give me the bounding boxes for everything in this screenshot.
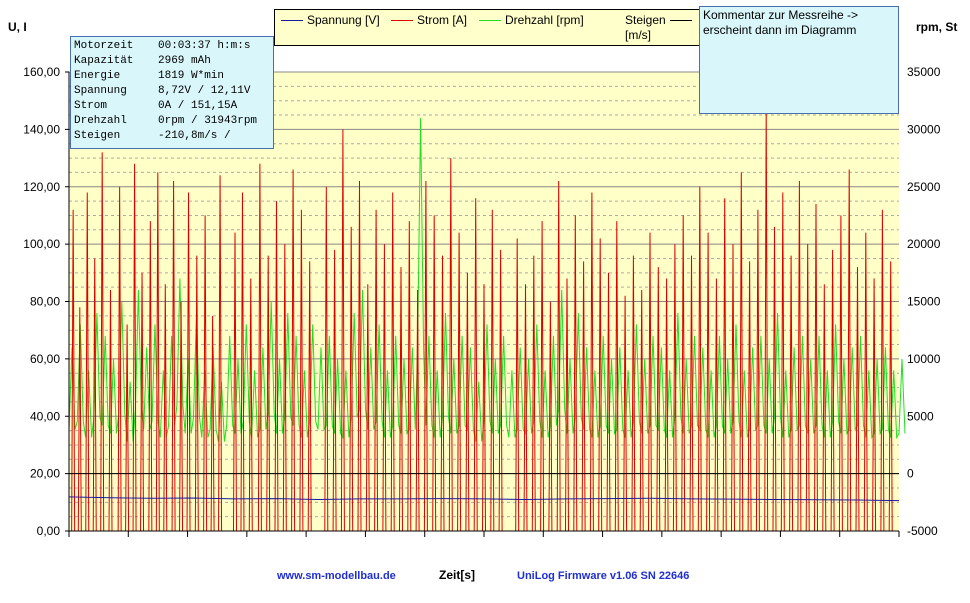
y-ticks-right: -5000 0 5000 10000 15000 20000 25000 30000 35000 <box>907 65 941 538</box>
y-tick-left-label: 80,00 <box>30 295 60 309</box>
y-tick-right-label: 10000 <box>907 352 941 366</box>
y-tick-left-label: 0,00 <box>37 524 61 538</box>
legend-swatch <box>479 20 501 21</box>
stats-value: 0rpm / 31943rpm <box>158 115 258 127</box>
stats-value: 0A / 151,15A <box>158 100 238 112</box>
stats-row: Spannung 8,72V / 12,11V <box>74 84 270 99</box>
stats-row: Steigen -210,8m/s / <box>74 129 270 144</box>
legend-label: Steigen [m/s] <box>625 13 666 42</box>
stats-key: Kapazität <box>74 55 134 67</box>
legend-swatch <box>281 20 303 21</box>
y-tick-left-label: 120,00 <box>23 180 60 194</box>
stats-value: -210,8m/s / <box>158 130 231 142</box>
legend-item-steigen: Steigen [m/s] <box>625 13 692 43</box>
stats-row: Kapazität 2969 mAh <box>74 54 270 69</box>
y-tick-right-label: 15000 <box>907 295 941 309</box>
stats-row: Strom 0A / 151,15A <box>74 99 270 114</box>
stats-value: 8,72V / 12,11V <box>158 85 251 97</box>
legend-item-strom: Strom [A] <box>391 13 467 28</box>
stats-key: Spannung <box>74 85 127 97</box>
stats-row: Motorzeit 00:03:37 h:m:s <box>74 39 270 54</box>
y-tick-right-label: 30000 <box>907 122 941 136</box>
stats-value: 2969 mAh <box>158 55 211 67</box>
y-tick-left-label: 100,00 <box>23 237 60 251</box>
y-ticks-left: 0,00 20,00 40,00 60,00 80,00 100,00 120,00 140,… <box>23 65 69 538</box>
stats-value: 1819 W*min <box>158 70 225 82</box>
stats-value: 00:03:37 h:m:s <box>158 40 251 52</box>
y-axis-right-label: rpm, St <box>916 20 958 34</box>
y-axis-left-label: U, I <box>8 20 27 34</box>
stats-row: Energie 1819 W*min <box>74 69 270 84</box>
y-tick-right-label: 35000 <box>907 65 941 79</box>
y-tick-left-label: 140,00 <box>23 122 60 136</box>
y-tick-right-label: 5000 <box>907 409 934 423</box>
legend-label: Drehzahl [rpm] <box>505 13 584 27</box>
firmware-label: UniLog Firmware v1.06 SN 22646 <box>517 570 690 582</box>
stats-box: Motorzeit 00:03:37 h:m:s Kapazität 2969 mA… <box>70 36 274 149</box>
stats-key: Strom <box>74 100 108 112</box>
y-tick-left-label: 160,00 <box>23 65 60 79</box>
legend-item-drehzahl: Drehzahl [rpm] <box>479 13 584 28</box>
y-tick-left-label: 20,00 <box>30 467 60 481</box>
legend: Spannung [V] Strom [A] Drehzahl [rpm] St… <box>274 9 700 46</box>
y-tick-left-label: 40,00 <box>30 409 60 423</box>
y-tick-right-label: 0 <box>907 467 914 481</box>
stats-row: Drehzahl 0rpm / 31943rpm <box>74 114 270 129</box>
x-ticks <box>68 531 900 537</box>
y-tick-left-label: 60,00 <box>30 352 60 366</box>
y-tick-right-label: -5000 <box>907 524 938 538</box>
legend-swatch <box>391 20 413 21</box>
legend-swatch <box>669 20 692 21</box>
y-tick-right-label: 25000 <box>907 180 941 194</box>
stats-key: Energie <box>74 70 121 82</box>
website-link[interactable]: www.sm-modellbau.de <box>277 570 396 582</box>
x-axis-label: Zeit[s] <box>439 568 475 582</box>
legend-label: Strom [A] <box>417 13 468 27</box>
stats-key: Drehzahl <box>74 115 127 127</box>
comment-box: Kommentar zur Messreihe -> erscheint dan… <box>699 6 899 114</box>
stats-key: Motorzeit <box>74 40 134 52</box>
legend-item-spannung: Spannung [V] <box>281 13 380 28</box>
y-tick-right-label: 20000 <box>907 237 941 251</box>
stats-key: Steigen <box>74 130 121 142</box>
legend-label: Spannung [V] <box>307 13 380 27</box>
